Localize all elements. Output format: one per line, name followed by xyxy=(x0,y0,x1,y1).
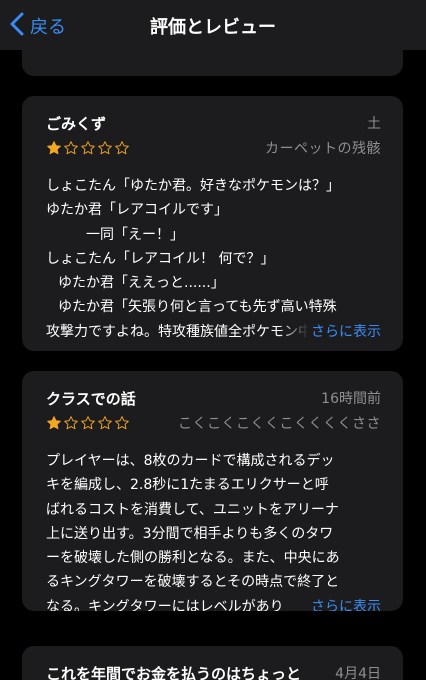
review-title: ごみくず xyxy=(46,115,107,133)
review-date: 土 xyxy=(367,116,381,132)
star-empty-icon xyxy=(114,415,130,431)
review-line: ーを破壊した側の勝利となる。また、中央にあ xyxy=(46,550,340,567)
review-line: ゆたか君「レアコイルです」 xyxy=(46,202,228,219)
star-empty-icon xyxy=(80,415,96,431)
star-empty-icon xyxy=(80,140,96,156)
star-empty-icon xyxy=(114,140,130,156)
read-more-link[interactable]: さらに表示 xyxy=(309,594,381,611)
review-body: プレイヤーは、8枚のカードで構成されるデッ キを編成し、2.8秒に1たまるエリク… xyxy=(46,449,381,611)
star-empty-icon xyxy=(63,140,79,156)
star-filled-icon xyxy=(46,140,62,156)
review-line: ばれるコストを消費して、ユニットをアリーナ xyxy=(46,501,339,518)
review-title: クラスでの話 xyxy=(46,390,136,408)
review-line: ゆたか君「ええっと......」 xyxy=(58,275,225,292)
star-empty-icon xyxy=(97,140,113,156)
review-line: プレイヤーは、8枚のカードで構成されるデッ xyxy=(46,453,335,469)
page-title: 評価とレビュー xyxy=(150,17,276,38)
review-line: キを編成し、2.8秒に1たまるエリクサーと呼 xyxy=(46,477,329,494)
star-empty-icon xyxy=(97,415,113,431)
star-empty-icon xyxy=(63,415,79,431)
read-more-link[interactable]: さらに表示 xyxy=(309,319,381,345)
star-filled-icon xyxy=(46,415,62,431)
review-title: これを年間でお金を払うのはちょっと xyxy=(46,665,302,680)
review-line: しょこたん「レアコイル！ 何で？」 xyxy=(46,250,275,267)
review-line: しょこたん「ゆたか君。好きなポケモンは？」 xyxy=(46,178,340,194)
review-author: カーペットの残骸 xyxy=(265,141,381,157)
review-line: 上に送り出す。3分間で相手よりも多くのタワ xyxy=(46,525,334,542)
review-line: るキングタワーを破壊するとその時点で終了と xyxy=(46,574,340,591)
review-date: 16時間前 xyxy=(321,391,381,407)
review-author: こくこくこくくこくくくくささ xyxy=(178,416,381,432)
review-card[interactable]: クラスでの話 16時間前 こくこくこくくこくくくくささ プレイヤーは、8枚のカー… xyxy=(22,371,403,611)
star-rating xyxy=(46,415,130,431)
star-rating xyxy=(46,140,130,156)
review-line: ゆたか君「矢張り何と言っても先ず高い特殊 xyxy=(58,299,337,316)
review-date: 4月4日 xyxy=(335,666,381,680)
review-card[interactable]: これを年間でお金を払うのはちょっと 4月4日 xyxy=(22,646,403,680)
review-card[interactable]: ごみくず 土 カーペットの残骸 しょこたん「ゆたか君。好きなポケモンは？」 ゆた… xyxy=(22,96,403,351)
review-line: 一同「えー！」 xyxy=(86,226,184,243)
review-body: しょこたん「ゆたか君。好きなポケモンは？」 ゆたか君「レアコイルです」 一同「え… xyxy=(46,174,381,345)
navigation-bar: 戻る 評価とレビュー xyxy=(0,0,426,50)
